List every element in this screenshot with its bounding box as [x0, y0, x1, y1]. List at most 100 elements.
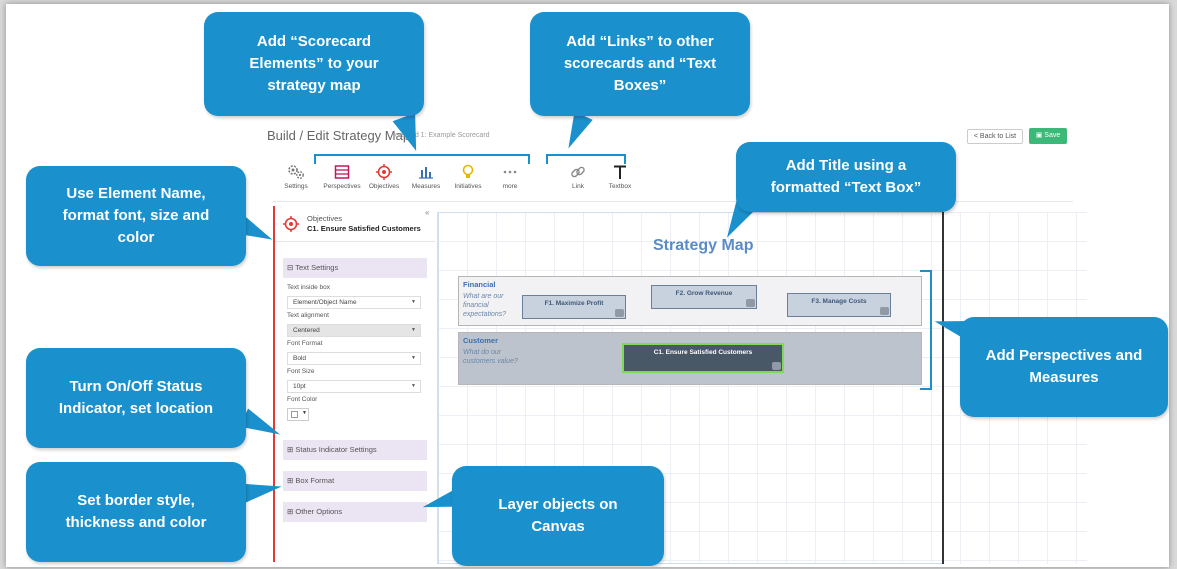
- save-label: Save: [1044, 132, 1061, 139]
- tool-initiatives[interactable]: Initiatives: [445, 164, 491, 190]
- objective-label: F1. Maximize Profit: [544, 300, 604, 307]
- tool-link-label: Link: [572, 183, 584, 190]
- perspective-question: What are our financial expectations?: [463, 293, 507, 318]
- alignment-value: Centered: [293, 327, 320, 334]
- tool-more-label: more: [502, 183, 518, 190]
- strategy-map-title[interactable]: Strategy Map: [653, 237, 753, 255]
- text-inside-label: Text inside box: [287, 284, 330, 291]
- callout-title-textbox: Add Title using a formatted “Text Box”: [736, 142, 956, 212]
- alignment-select[interactable]: Centered ▼: [287, 324, 421, 337]
- caret-down-icon: ▼: [411, 299, 416, 305]
- other-options-label: Other Options: [295, 507, 343, 516]
- ellipsis-icon: [503, 170, 517, 174]
- callout-text: Add “Scorecard Elements” to your strateg…: [249, 33, 379, 94]
- caret-down-icon: ▼: [411, 327, 416, 333]
- bracket-perspectives: [920, 270, 932, 390]
- callout-text: Use Element Name, format font, size and …: [62, 185, 210, 246]
- font-color-picker[interactable]: ▼: [287, 408, 309, 421]
- perspective-financial[interactable]: Financial What are our financial expecta…: [458, 276, 922, 326]
- save-button[interactable]: ▣ Save: [1029, 128, 1067, 144]
- perspective-customer[interactable]: Customer What do our customers value? C1…: [458, 332, 922, 385]
- font-size-value: 10pt: [293, 383, 306, 390]
- tool-textbox-label: Textbox: [608, 183, 632, 190]
- box-format-label: Box Format: [295, 476, 335, 485]
- back-to-list-button[interactable]: < Back to List: [967, 129, 1023, 144]
- lightbulb-icon: [462, 164, 474, 178]
- tool-perspectives-label: Perspectives: [323, 183, 361, 190]
- tool-settings[interactable]: Settings: [273, 164, 319, 190]
- objective-label: C1. Ensure Satisfied Customers: [653, 349, 753, 356]
- plus-box-icon: ⊞: [287, 507, 294, 516]
- element-type: Objectives: [307, 214, 343, 223]
- perspective-question: What do our customers value?: [463, 349, 518, 365]
- box-format-section[interactable]: ⊞ Box Format: [283, 471, 427, 491]
- collapse-panel-icon[interactable]: «: [425, 208, 429, 217]
- callout-status-indicator: Turn On/Off Status Indicator, set locati…: [26, 348, 246, 448]
- resize-handle-icon[interactable]: [746, 299, 755, 307]
- caret-down-icon: ▼: [302, 410, 307, 416]
- perspective-name: Financial: [463, 280, 496, 289]
- bar-chart-icon: [419, 167, 433, 179]
- objective-label: F2. Grow Revenue: [675, 290, 733, 297]
- properties-panel: Objectives C1. Ensure Satisfied Customer…: [273, 206, 435, 562]
- page-title: Build / Edit Strategy Map: [267, 128, 411, 143]
- text-settings-section[interactable]: ⊟ Text Settings: [283, 258, 427, 278]
- tool-perspectives[interactable]: Perspectives: [319, 164, 365, 190]
- element-name: C1. Ensure Satisfied Customers: [307, 224, 421, 233]
- tool-link[interactable]: Link: [555, 164, 601, 190]
- objective-label: F3. Manage Costs: [811, 298, 867, 305]
- color-swatch: [291, 411, 298, 418]
- link-icon: [571, 166, 585, 178]
- save-icon: ▣: [1035, 132, 1043, 139]
- tool-textbox[interactable]: Textbox: [597, 164, 643, 190]
- tool-more[interactable]: more: [487, 164, 533, 190]
- perspective-name: Customer: [463, 336, 499, 345]
- bracket-links: [546, 154, 626, 164]
- callout-perspectives-measures: Add Perspectives and Measures: [960, 317, 1168, 417]
- text-icon: [614, 165, 626, 179]
- table-icon: [334, 165, 350, 179]
- objective-f1[interactable]: F1. Maximize Profit: [522, 295, 626, 319]
- alignment-label: Text alignment: [287, 312, 329, 319]
- font-format-label: Font Format: [287, 340, 323, 347]
- resize-handle-icon[interactable]: [772, 362, 781, 370]
- objective-c1-selected[interactable]: C1. Ensure Satisfied Customers: [622, 343, 784, 373]
- plus-box-icon: ⊞: [287, 476, 294, 485]
- callout-element-name: Use Element Name, format font, size and …: [26, 166, 246, 266]
- callout-border-style: Set border style, thickness and color: [26, 462, 246, 562]
- tool-objectives-label: Objectives: [368, 183, 400, 190]
- callout-layer-objects: Layer objects on Canvas: [452, 466, 664, 566]
- tool-measures[interactable]: Measures: [403, 164, 449, 190]
- callout-links-textboxes: Add “Links” to other scorecards and “Tex…: [530, 12, 750, 116]
- canvas-page-edge: [942, 212, 944, 564]
- font-size-label: Font Size: [287, 368, 315, 375]
- font-format-value: Bold: [293, 355, 307, 362]
- crosshair-icon: [376, 164, 392, 180]
- text-inside-value: Element/Object Name: [293, 299, 357, 306]
- font-format-select[interactable]: Bold ▼: [287, 352, 421, 365]
- tool-measures-label: Measures: [411, 183, 441, 190]
- callout-text: Turn On/Off Status Indicator, set locati…: [58, 378, 214, 417]
- caret-down-icon: ▼: [411, 355, 416, 361]
- tool-settings-label: Settings: [284, 183, 308, 190]
- font-color-label: Font Color: [287, 396, 318, 403]
- status-settings-label: Status Indicator Settings: [295, 445, 377, 454]
- objective-f3[interactable]: F3. Manage Costs: [787, 293, 891, 317]
- callout-text: Layer objects on Canvas: [498, 496, 618, 535]
- resize-handle-icon[interactable]: [615, 309, 624, 317]
- crosshair-icon: [283, 216, 299, 232]
- tool-objectives[interactable]: Objectives: [361, 164, 407, 190]
- tool-initiatives-label: Initiatives: [454, 183, 482, 190]
- other-options-section[interactable]: ⊞ Other Options: [283, 502, 427, 522]
- screenshot-frame: Build / Edit Strategy Map orecard 1: Exa…: [6, 4, 1169, 567]
- objective-f2[interactable]: F2. Grow Revenue: [651, 285, 757, 309]
- callout-text: Add Perspectives and Measures: [985, 347, 1143, 386]
- resize-handle-icon[interactable]: [880, 307, 889, 315]
- panel-header: Objectives C1. Ensure Satisfied Customer…: [275, 206, 435, 242]
- caret-down-icon: ▼: [411, 383, 416, 389]
- plus-box-icon: ⊞: [287, 445, 294, 454]
- status-indicator-section[interactable]: ⊞ Status Indicator Settings: [283, 440, 427, 460]
- text-inside-select[interactable]: Element/Object Name ▼: [287, 296, 421, 309]
- callout-text: Set border style, thickness and color: [65, 492, 207, 531]
- font-size-select[interactable]: 10pt ▼: [287, 380, 421, 393]
